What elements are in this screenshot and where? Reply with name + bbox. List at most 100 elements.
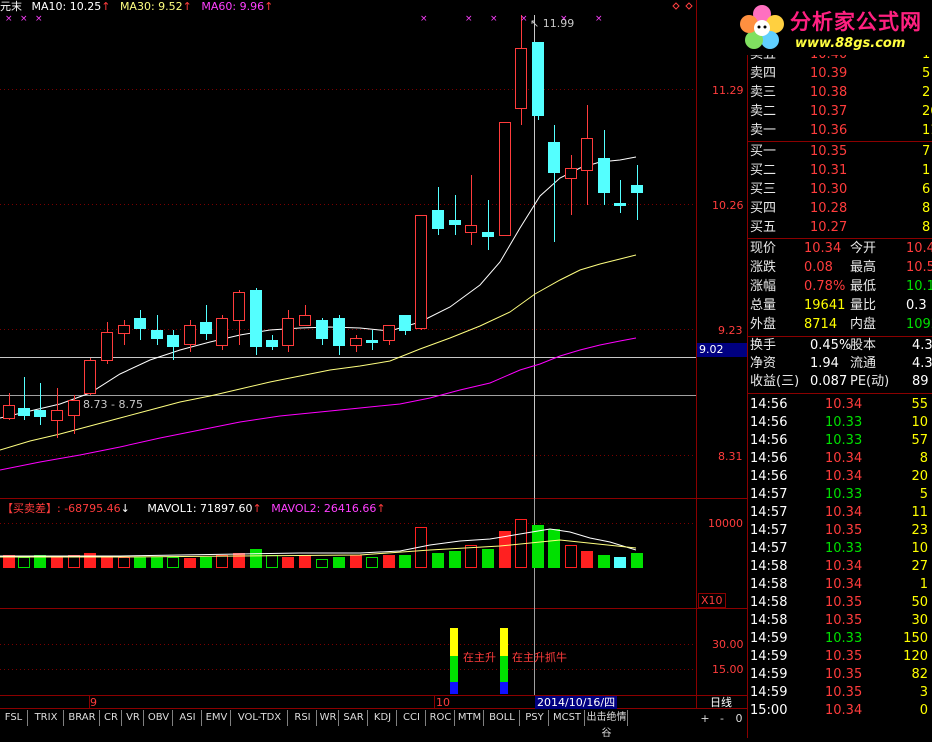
stat-value: 4.34 (912, 356, 932, 371)
tick-time: 14:59 (750, 685, 788, 700)
tab-rsi[interactable]: RSI (289, 710, 316, 726)
candle (399, 315, 411, 335)
candle (366, 330, 378, 350)
sell-volume: 26 (922, 104, 932, 119)
mavol1-arrow: ↑ (252, 502, 262, 515)
candle (465, 175, 477, 245)
volume-bar (184, 558, 196, 568)
kline-chart[interactable]: × × × × × × × × × (0, 0, 747, 710)
buy-volume: 8 (922, 220, 931, 235)
volume-bar (151, 557, 163, 568)
stat-value: 10.4 (906, 241, 932, 256)
stat-value: 0.087 (810, 374, 848, 389)
buy-price: 10.35 (810, 144, 848, 159)
sell-price: 10.38 (810, 85, 848, 100)
tick-time: 14:59 (750, 649, 788, 664)
logo-title: 分析家公式网 (790, 10, 922, 34)
tab-separator (519, 710, 520, 726)
tab-roc[interactable]: ROC (427, 710, 454, 726)
tab-出击绝情谷[interactable]: 出击绝情谷 (586, 710, 627, 739)
tab-separator (121, 710, 122, 726)
volume-bar (316, 559, 328, 568)
tab-vr[interactable]: VR (123, 710, 143, 726)
volume-bar (614, 557, 626, 568)
ma30-arrow: ↑ (182, 0, 192, 13)
tab-brar[interactable]: BRAR (65, 710, 99, 726)
volume-bars (3, 519, 643, 568)
tab-cr[interactable]: CR (101, 710, 121, 726)
signal-label-2: 在主升抓牛 (512, 651, 567, 664)
indicator-tabs: FSL TRIX BRAR CR VR OBV ASI EMV VOL-TDX RSI WR SAR K… (0, 710, 700, 739)
candle (631, 165, 643, 220)
tick-volume: 8 (919, 451, 928, 466)
tick-time: 14:56 (750, 415, 788, 430)
buy-price: 10.31 (810, 163, 848, 178)
tab-fsl[interactable]: FSL (0, 710, 27, 726)
tick-volume: 11 (911, 505, 928, 520)
tab-trix[interactable]: TRIX (29, 710, 63, 726)
tab-separator (584, 710, 585, 726)
tab-cci[interactable]: CCI (398, 710, 425, 726)
price-tick-1: 11.29 (712, 84, 744, 97)
buy-level-label: 买三 (750, 182, 777, 197)
header-prefix: 元末 (0, 0, 22, 13)
candle (18, 377, 30, 420)
candle (581, 105, 593, 205)
zoom-in-button[interactable]: + (697, 711, 713, 726)
stat-value: 0.78% (804, 279, 846, 294)
price-tick-3: 9.23 (718, 324, 743, 337)
ma60-arrow: ↑ (264, 0, 274, 13)
svg-text:×: × (520, 14, 528, 24)
tick-price: 10.34 (825, 469, 863, 484)
tick-price: 10.33 (825, 415, 863, 430)
quote-panel: 卖五10.401卖四10.395卖三10.382卖二10.3726卖一10.36… (747, 0, 932, 738)
volume-header: 【买卖差】: -68795.46↓ MAVOL1: 71897.60↑ MAVO… (2, 502, 386, 515)
tab-sar[interactable]: SAR (340, 710, 367, 726)
stat-value: 10.5 (906, 260, 932, 275)
stat-label: 涨跌 (750, 260, 777, 275)
tab-psy[interactable]: PSY (521, 710, 548, 726)
volume-bar (631, 553, 643, 568)
tick-volume: 57 (911, 433, 928, 448)
tab-asi[interactable]: ASI (174, 710, 201, 726)
tick-price: 10.34 (825, 559, 863, 574)
candle (134, 310, 146, 340)
period-label[interactable]: 日线 (710, 696, 732, 709)
tick-price: 10.34 (825, 451, 863, 466)
tick-price: 10.35 (825, 595, 863, 610)
mavol2-arrow: ↑ (376, 502, 386, 515)
tick-time: 14:56 (750, 397, 788, 412)
candle (233, 290, 245, 345)
candle (415, 215, 427, 330)
candle (515, 15, 527, 125)
divider (747, 238, 932, 239)
tab-kdj[interactable]: KDJ (369, 710, 396, 726)
candle (499, 122, 511, 236)
tab-boll[interactable]: BOLL (485, 710, 519, 726)
high-value: 11.99 (542, 17, 575, 30)
candle (565, 155, 577, 215)
tab-wr[interactable]: WR (318, 710, 338, 726)
tab-mtm[interactable]: MTM (456, 710, 483, 726)
tab-obv[interactable]: OBV (145, 710, 172, 726)
buy-level-label: 买一 (750, 144, 777, 159)
candle (449, 195, 461, 235)
top-markers: × × × × × × × × × (5, 14, 603, 24)
tab-mcst[interactable]: MCST (550, 710, 584, 726)
zoom-out-button[interactable]: - (714, 711, 730, 726)
date-month-9: 9 (90, 696, 97, 709)
tick-volume: 150 (903, 631, 928, 646)
reset-button[interactable]: 0 (731, 711, 747, 726)
stat-value: 8714 (804, 317, 838, 332)
volume-bar (548, 529, 560, 568)
tab-emv[interactable]: EMV (203, 710, 230, 726)
tick-time: 14:57 (750, 487, 788, 502)
svg-text:×: × (595, 14, 603, 24)
tick-time: 14:56 (750, 451, 788, 466)
candle (167, 330, 179, 360)
tab-vol-tdx[interactable]: VOL-TDX (232, 710, 287, 726)
stat-label: 现价 (750, 241, 777, 256)
current-date-label: 2014/10/16/四 (535, 696, 618, 709)
buy-volume: 1 (922, 163, 931, 178)
divider (747, 393, 932, 394)
